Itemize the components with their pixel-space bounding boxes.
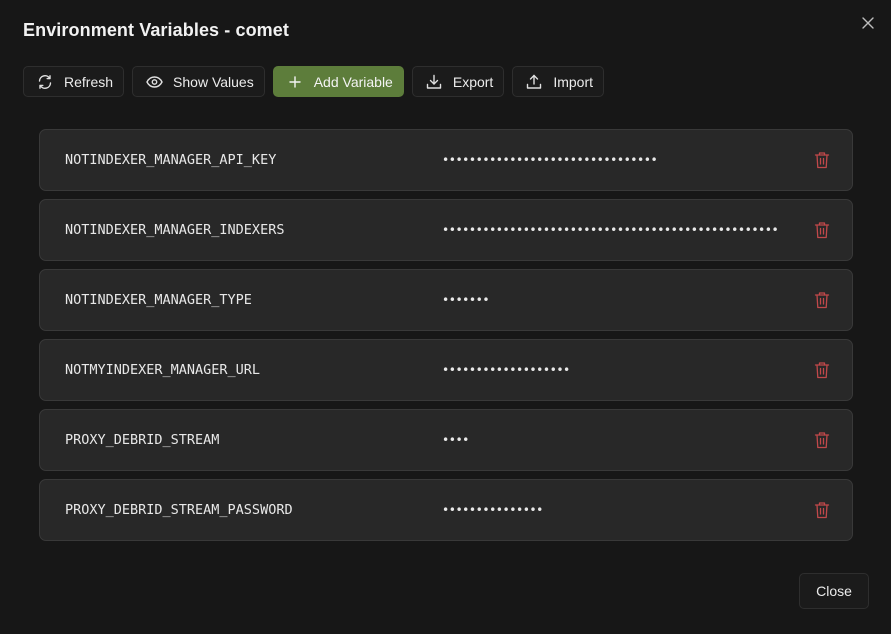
add-variable-button[interactable]: Add Variable: [272, 66, 404, 97]
trash-icon[interactable]: [814, 151, 830, 169]
variable-row: NOTMYINDEXER_MANAGER_URL •••••••••••••••…: [39, 339, 853, 401]
close-button[interactable]: Close: [799, 573, 869, 609]
plus-icon: [284, 74, 306, 90]
refresh-label: Refresh: [64, 73, 114, 90]
add-variable-label: Add Variable: [313, 73, 393, 90]
download-icon: [423, 74, 445, 90]
variable-value: ••••••••••••••••••••••••••••••••••••••••…: [442, 223, 779, 237]
variable-key: NOTINDEXER_MANAGER_INDEXERS: [65, 222, 285, 238]
variable-value: •••••••••••••••••••: [442, 363, 570, 377]
trash-icon[interactable]: [814, 431, 830, 449]
variable-key: NOTINDEXER_MANAGER_API_KEY: [65, 152, 277, 168]
export-label: Export: [452, 73, 494, 90]
variable-row: PROXY_DEBRID_STREAM_PASSWORD •••••••••••…: [39, 479, 853, 541]
variable-value: •••••••: [442, 293, 490, 307]
refresh-icon: [34, 74, 56, 90]
variable-row: PROXY_DEBRID_STREAM ••••: [39, 409, 853, 471]
trash-icon[interactable]: [814, 291, 830, 309]
eye-icon: [143, 74, 165, 90]
import-button[interactable]: Import: [512, 66, 605, 97]
trash-icon[interactable]: [814, 501, 830, 519]
upload-icon: [523, 74, 545, 90]
variables-list: NOTINDEXER_MANAGER_API_KEY •••••••••••••…: [39, 129, 853, 549]
env-variables-dialog: Environment Variables - comet Refresh Sh…: [0, 0, 891, 634]
variable-row: NOTINDEXER_MANAGER_API_KEY •••••••••••••…: [39, 129, 853, 191]
variable-row: NOTINDEXER_MANAGER_TYPE •••••••: [39, 269, 853, 331]
variable-value: ••••••••••••••••••••••••••••••••: [442, 153, 658, 167]
show-values-button[interactable]: Show Values: [132, 66, 265, 97]
show-values-label: Show Values: [173, 73, 254, 90]
dialog-title: Environment Variables - comet: [23, 20, 289, 40]
toolbar: Refresh Show Values Add Variable Export …: [23, 66, 605, 97]
variable-key: PROXY_DEBRID_STREAM_PASSWORD: [65, 502, 293, 518]
variable-row: NOTINDEXER_MANAGER_INDEXERS ••••••••••••…: [39, 199, 853, 261]
refresh-button[interactable]: Refresh: [23, 66, 125, 97]
trash-icon[interactable]: [814, 361, 830, 379]
variable-value: •••••••••••••••: [442, 503, 543, 517]
variable-key: NOTMYINDEXER_MANAGER_URL: [65, 362, 261, 378]
import-label: Import: [553, 73, 594, 90]
variable-value: ••••: [442, 433, 469, 447]
variable-key: PROXY_DEBRID_STREAM: [65, 432, 220, 448]
variable-key: NOTINDEXER_MANAGER_TYPE: [65, 292, 252, 308]
close-icon[interactable]: [859, 14, 877, 32]
trash-icon[interactable]: [814, 221, 830, 239]
export-button[interactable]: Export: [411, 66, 505, 97]
